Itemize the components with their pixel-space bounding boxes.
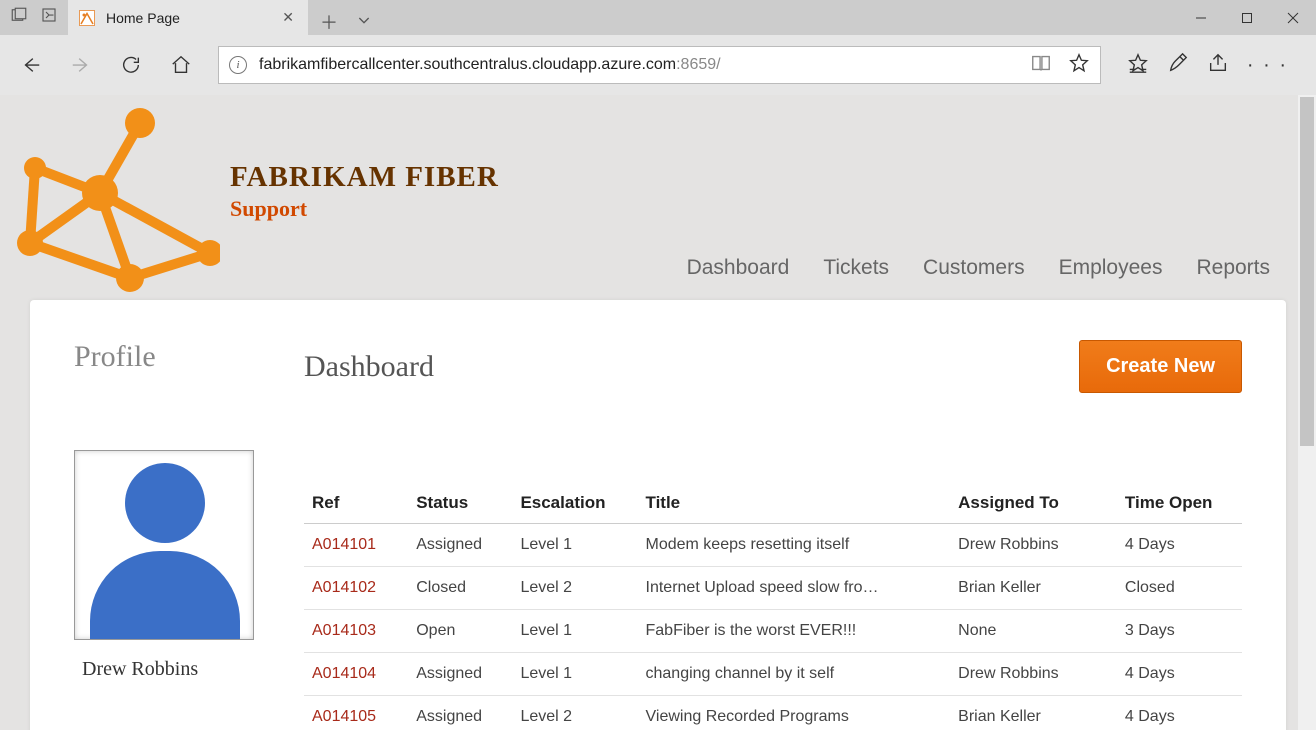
url-host: fabrikamfibercallcenter.southcentralus.c…: [259, 56, 676, 73]
cell-ref[interactable]: A014102: [304, 567, 408, 610]
cell-escalation: Level 2: [512, 567, 637, 610]
cell-escalation: Level 1: [512, 524, 637, 567]
cell-escalation: Level 1: [512, 610, 637, 653]
share-icon[interactable]: [1207, 52, 1229, 79]
cell-title: Viewing Recorded Programs: [638, 696, 951, 730]
minimize-button[interactable]: [1178, 0, 1224, 35]
tickets-table: Ref Status Escalation Title Assigned To …: [304, 483, 1242, 730]
cell-status: Assigned: [408, 653, 512, 696]
cell-ref[interactable]: A014101: [304, 524, 408, 567]
tab-title: Home Page: [106, 10, 272, 26]
nav-employees[interactable]: Employees: [1059, 256, 1163, 280]
th-assigned[interactable]: Assigned To: [950, 483, 1117, 524]
profile-avatar: [74, 450, 254, 640]
site-info-icon[interactable]: i: [229, 56, 247, 74]
tab-dropdown-icon[interactable]: [356, 12, 372, 33]
cell-title: Internet Upload speed slow fro…: [638, 567, 951, 610]
tab-actions-left: [0, 0, 68, 35]
browser-chrome: Home Page ✕ ＋ i fa: [0, 0, 1316, 95]
cell-escalation: Level 2: [512, 696, 637, 730]
page-title: Dashboard: [304, 350, 434, 384]
logo-area: FABRIKAM FIBER Support: [0, 95, 499, 303]
toolbar-right: · · ·: [1117, 52, 1306, 79]
cell-assigned: None: [950, 610, 1117, 653]
tab-actions-right: ＋: [308, 9, 384, 35]
cell-time: 3 Days: [1117, 610, 1242, 653]
window-controls: [1178, 0, 1316, 35]
url-port: :8659/: [676, 56, 720, 73]
sidebar-title: Profile: [74, 340, 274, 374]
content-card: Profile Drew Robbins Dashboard Create Ne…: [30, 300, 1286, 730]
th-title[interactable]: Title: [638, 483, 951, 524]
cell-title: FabFiber is the worst EVER!!!: [638, 610, 951, 653]
nav-reports[interactable]: Reports: [1196, 256, 1270, 280]
favicon-icon: [78, 9, 96, 27]
table-row: A014103OpenLevel 1FabFiber is the worst …: [304, 610, 1242, 653]
address-bar[interactable]: i fabrikamfibercallcenter.southcentralus…: [218, 46, 1101, 84]
th-status[interactable]: Status: [408, 483, 512, 524]
nav-tickets[interactable]: Tickets: [823, 256, 889, 280]
cell-ref[interactable]: A014105: [304, 696, 408, 730]
table-row: A014105AssignedLevel 2Viewing Recorded P…: [304, 696, 1242, 730]
nav-dashboard[interactable]: Dashboard: [687, 256, 790, 280]
brand-subtitle: Support: [230, 196, 499, 222]
cell-status: Assigned: [408, 524, 512, 567]
cell-escalation: Level 1: [512, 653, 637, 696]
main-head: Dashboard Create New: [304, 340, 1242, 393]
main-nav: Dashboard Tickets Customers Employees Re…: [687, 256, 1270, 280]
th-time[interactable]: Time Open: [1117, 483, 1242, 524]
forward-button[interactable]: [60, 44, 102, 86]
tabs-aside-icon[interactable]: [40, 6, 58, 29]
cell-ref[interactable]: A014103: [304, 610, 408, 653]
maximize-button[interactable]: [1224, 0, 1270, 35]
cell-ref[interactable]: A014104: [304, 653, 408, 696]
cell-assigned: Brian Keller: [950, 567, 1117, 610]
set-aside-tabs-icon[interactable]: [10, 6, 28, 29]
tab-bar: Home Page ✕ ＋: [0, 0, 1316, 35]
profile-name: Drew Robbins: [82, 658, 274, 681]
scrollbar-thumb[interactable]: [1300, 97, 1314, 446]
favorite-star-icon[interactable]: [1068, 52, 1090, 79]
refresh-button[interactable]: [110, 44, 152, 86]
cell-status: Assigned: [408, 696, 512, 730]
table-row: A014104AssignedLevel 1changing channel b…: [304, 653, 1242, 696]
table-row: A014101AssignedLevel 1Modem keeps resett…: [304, 524, 1242, 567]
cell-title: changing channel by it self: [638, 653, 951, 696]
nav-customers[interactable]: Customers: [923, 256, 1025, 280]
th-escalation[interactable]: Escalation: [512, 483, 637, 524]
brand-title: FABRIKAM FIBER: [230, 161, 499, 194]
favorites-hub-icon[interactable]: [1127, 52, 1149, 79]
cell-time: Closed: [1117, 567, 1242, 610]
back-button[interactable]: [10, 44, 52, 86]
main-area: Dashboard Create New Ref Status Escalati…: [304, 340, 1242, 730]
nav-bar: i fabrikamfibercallcenter.southcentralus…: [0, 35, 1316, 95]
cell-time: 4 Days: [1117, 696, 1242, 730]
cell-status: Closed: [408, 567, 512, 610]
url-text: fabrikamfibercallcenter.southcentralus.c…: [259, 56, 721, 74]
close-window-button[interactable]: [1270, 0, 1316, 35]
notes-icon[interactable]: [1167, 52, 1189, 79]
browser-tab[interactable]: Home Page ✕: [68, 0, 308, 35]
home-button[interactable]: [160, 44, 202, 86]
cell-status: Open: [408, 610, 512, 653]
cell-assigned: Drew Robbins: [950, 524, 1117, 567]
page-header: FABRIKAM FIBER Support Dashboard Tickets…: [0, 95, 1316, 300]
table-row: A014102ClosedLevel 2Internet Upload spee…: [304, 567, 1242, 610]
table-header-row: Ref Status Escalation Title Assigned To …: [304, 483, 1242, 524]
cell-time: 4 Days: [1117, 653, 1242, 696]
page-viewport: FABRIKAM FIBER Support Dashboard Tickets…: [0, 95, 1316, 730]
more-menu-icon[interactable]: · · ·: [1247, 54, 1288, 77]
sidebar: Profile Drew Robbins: [74, 340, 274, 730]
reading-view-icon[interactable]: [1030, 52, 1052, 79]
logo-icon: [0, 103, 220, 303]
scrollbar-track[interactable]: [1298, 95, 1316, 730]
new-tab-icon[interactable]: ＋: [320, 9, 338, 35]
cell-time: 4 Days: [1117, 524, 1242, 567]
create-new-button[interactable]: Create New: [1079, 340, 1242, 393]
close-tab-icon[interactable]: ✕: [282, 9, 294, 26]
cell-assigned: Brian Keller: [950, 696, 1117, 730]
th-ref[interactable]: Ref: [304, 483, 408, 524]
cell-title: Modem keeps resetting itself: [638, 524, 951, 567]
cell-assigned: Drew Robbins: [950, 653, 1117, 696]
